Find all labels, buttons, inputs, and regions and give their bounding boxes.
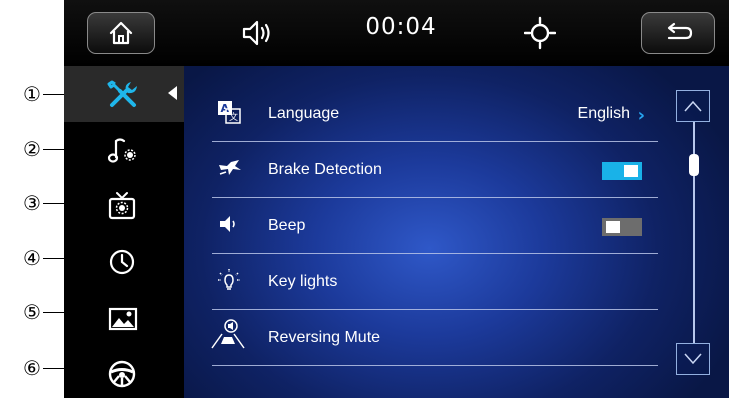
setting-label: Brake Detection — [268, 161, 382, 178]
sidebar-item-wallpaper[interactable] — [64, 290, 184, 346]
callout-number: ④ — [23, 246, 41, 270]
head-unit-screen: 00:04 A 文 Language English › Brake Detec… — [64, 0, 729, 398]
setting-row-key-lights[interactable]: Key lights — [184, 254, 658, 310]
brightness-icon — [523, 16, 557, 50]
toggle-knob — [606, 221, 620, 233]
sidebar-item-time[interactable] — [64, 234, 184, 290]
brightness-button[interactable] — [523, 16, 557, 54]
callout-number: ② — [23, 137, 41, 161]
callout-number: ⑥ — [23, 356, 41, 380]
volume-button[interactable] — [242, 18, 276, 52]
scrollbar-thumb[interactable] — [689, 154, 699, 176]
sidebar-item-general[interactable] — [64, 66, 184, 122]
sidebar-item-display[interactable] — [64, 178, 184, 234]
reversing-mute-icon — [211, 319, 245, 349]
setting-row-brake-detection[interactable]: Brake Detection — [184, 142, 658, 198]
key-lights-icon — [218, 269, 240, 290]
setting-label: Beep — [268, 217, 306, 234]
callout-number: ⑤ — [23, 300, 41, 324]
callout-number: ① — [23, 82, 41, 106]
language-value: English — [577, 105, 630, 122]
back-button[interactable] — [641, 12, 715, 54]
brake-detection-toggle[interactable] — [602, 162, 642, 180]
setting-row-reversing-mute[interactable]: Reversing Mute — [184, 310, 658, 366]
beep-icon — [220, 216, 235, 232]
language-icon: A 文 — [218, 101, 241, 124]
top-bar: 00:04 — [64, 0, 729, 66]
tools-icon — [107, 80, 137, 107]
volume-icon — [242, 20, 270, 46]
callout-number: ③ — [23, 191, 41, 215]
clock-icon — [109, 249, 135, 275]
chevron-right-icon: › — [637, 105, 645, 126]
picture-icon — [108, 307, 138, 331]
clock-display: 00:04 — [365, 14, 437, 40]
active-indicator-caret — [168, 86, 177, 100]
setting-label: Key lights — [268, 273, 338, 290]
chevron-up-icon — [684, 100, 702, 112]
sidebar-item-steering[interactable] — [64, 346, 184, 398]
setting-label: Reversing Mute — [268, 329, 381, 346]
tv-settings-icon — [108, 192, 136, 220]
back-arrow-icon — [667, 22, 693, 40]
music-settings-icon — [107, 138, 136, 163]
setting-label: Language — [268, 105, 340, 122]
setting-row-language[interactable]: A 文 Language English › — [184, 86, 658, 142]
scroll-down-button[interactable] — [676, 343, 710, 375]
settings-panel: A 文 Language English › Brake Detection B… — [184, 66, 729, 398]
chevron-down-icon — [684, 353, 702, 365]
toggle-knob — [624, 165, 638, 177]
scroll-up-button[interactable] — [676, 90, 710, 122]
row-divider — [212, 365, 658, 366]
home-icon — [109, 21, 133, 45]
home-button[interactable] — [87, 12, 155, 54]
svg-text:文: 文 — [229, 111, 238, 123]
settings-sidebar — [64, 66, 184, 398]
steering-wheel-icon — [108, 360, 136, 388]
beep-toggle[interactable] — [602, 218, 642, 236]
setting-row-beep[interactable]: Beep — [184, 198, 658, 254]
sidebar-item-sound[interactable] — [64, 122, 184, 178]
brake-detection-icon — [219, 160, 241, 175]
